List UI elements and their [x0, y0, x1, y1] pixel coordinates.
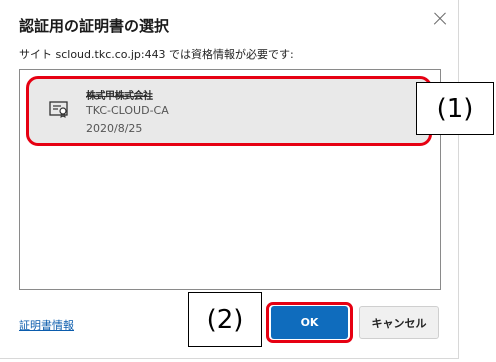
certificate-info-link[interactable]: 証明書情報: [19, 317, 74, 333]
dialog-subtitle: サイト scloud.tkc.co.jp:443 では資格情報が必要です:: [19, 48, 294, 61]
dialog-title: 認証用の証明書の選択: [19, 17, 170, 35]
callout-2: (2): [188, 292, 262, 347]
certificate-list[interactable]: 株式甲株式会社 TKC-CLOUD-CA 2020/8/25: [19, 69, 441, 290]
certificate-list-item[interactable]: 株式甲株式会社 TKC-CLOUD-CA 2020/8/25: [26, 76, 432, 146]
certificate-name: 株式甲株式会社: [86, 91, 153, 102]
certificate-issuer: TKC-CLOUD-CA: [86, 104, 169, 117]
callout-1: (1): [416, 82, 494, 135]
certificate-date: 2020/8/25: [86, 122, 143, 135]
close-icon[interactable]: [429, 8, 451, 30]
certificate-icon: [49, 101, 68, 118]
cancel-button[interactable]: キャンセル: [359, 306, 439, 339]
ok-button[interactable]: OK: [271, 306, 348, 339]
